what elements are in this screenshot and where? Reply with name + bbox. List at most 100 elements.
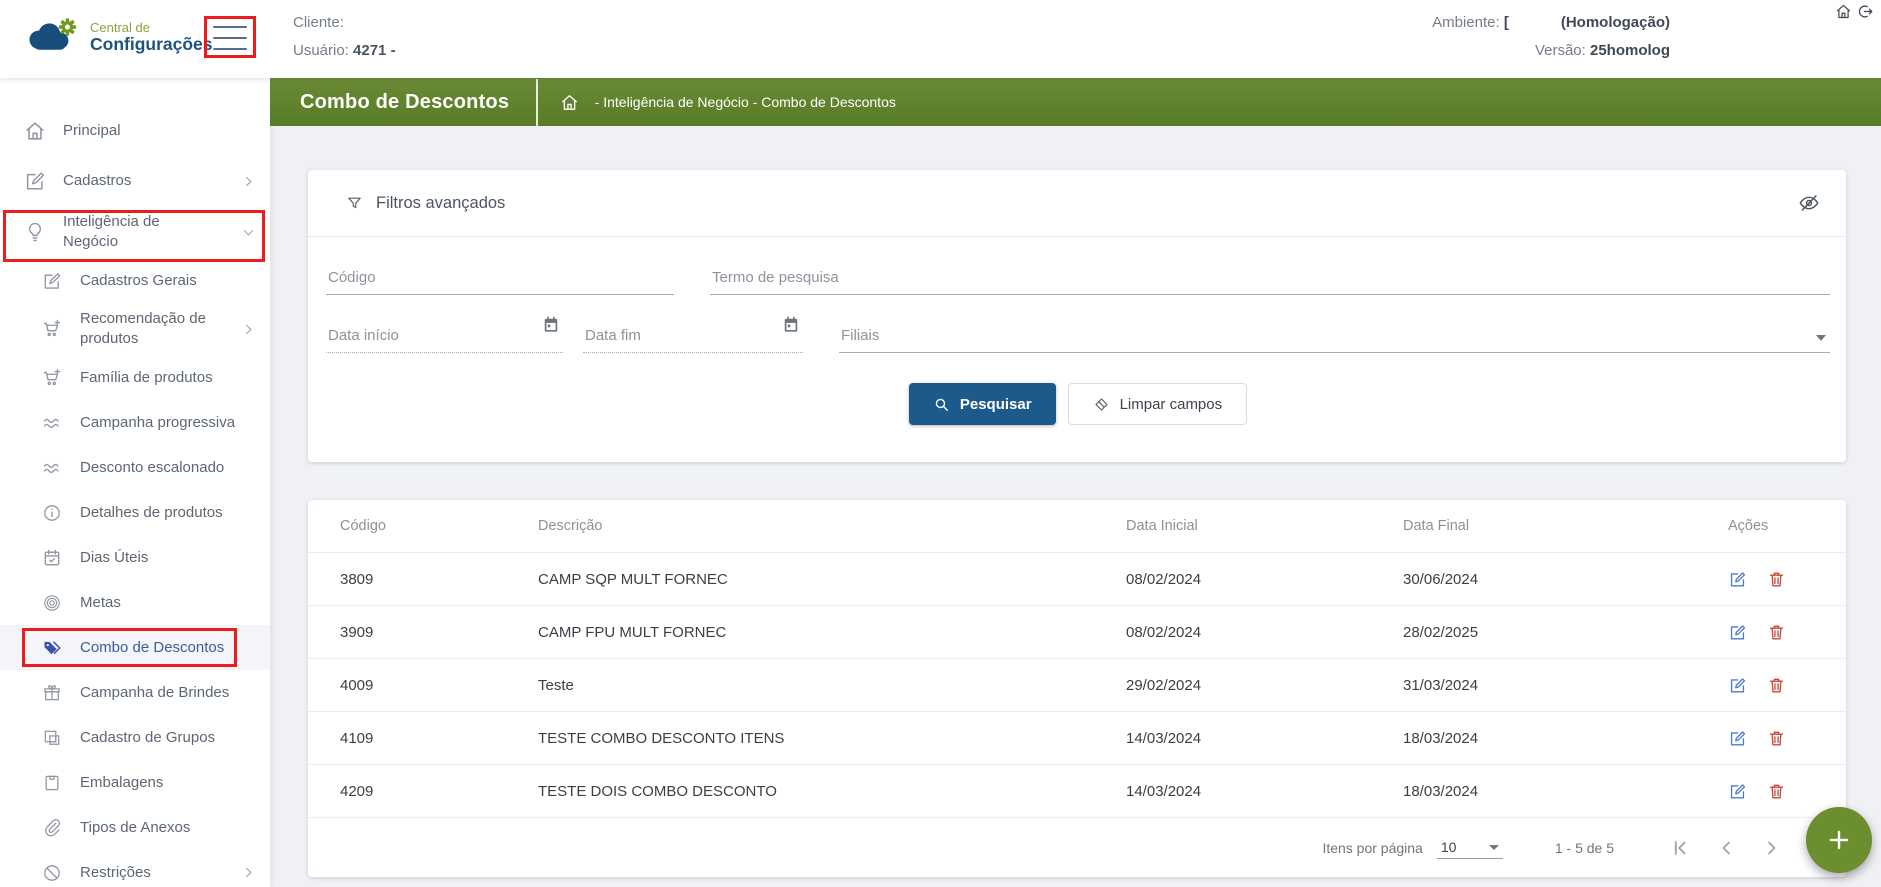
- logout-icon[interactable]: [1857, 3, 1874, 20]
- codigo-input[interactable]: [326, 261, 674, 295]
- page-title: Combo de Descontos: [300, 91, 509, 114]
- edit-icon[interactable]: [1728, 782, 1747, 801]
- paperclip-icon: [42, 818, 62, 838]
- brand-line2: Configurações: [90, 35, 213, 53]
- waves-icon: [42, 458, 62, 478]
- sidebar-item-metas[interactable]: Metas: [0, 580, 270, 625]
- user-value: 4271 -: [353, 42, 396, 59]
- chevron-down-icon: [241, 225, 256, 240]
- gift-icon: [42, 683, 62, 703]
- search-button[interactable]: Pesquisar: [909, 383, 1056, 425]
- lightbulb-icon: [24, 221, 46, 243]
- sidebar-item-label: Cadastro de Grupos: [80, 722, 215, 754]
- environment-line: Ambiente: [(Homologação): [1432, 9, 1670, 37]
- corner-actions: [1835, 3, 1874, 20]
- home-icon: [24, 120, 46, 142]
- sidebar-item-label: Tipos de Anexos: [80, 812, 190, 844]
- table-header-row: Código Descrição Data Inicial Data Final…: [308, 500, 1846, 552]
- cell-data-final: 28/02/2025: [1403, 624, 1728, 641]
- delete-icon[interactable]: [1767, 676, 1786, 695]
- brand-line1: Central de: [90, 21, 213, 35]
- home-icon[interactable]: [1835, 3, 1852, 20]
- cell-descricao: Teste: [538, 677, 1126, 694]
- sidebar-item-combo-de-descontos[interactable]: Combo de Descontos: [0, 625, 270, 670]
- edit-icon[interactable]: [1728, 570, 1747, 589]
- delete-icon[interactable]: [1767, 782, 1786, 801]
- breadcrumb-home-icon[interactable]: [560, 93, 579, 112]
- sidebar-item-recomendacao-de-produtos[interactable]: Recomendação de produtos: [0, 303, 270, 355]
- chevron-right-icon: [241, 174, 256, 189]
- breadcrumb: - Inteligência de Negócio - Combo de Des…: [595, 94, 896, 110]
- add-button[interactable]: [1806, 807, 1872, 873]
- filters-title: Filtros avançados: [376, 194, 505, 213]
- sidebar-item-campanha-de-brindes[interactable]: Campanha de Brindes: [0, 670, 270, 715]
- sidebar-item-label: Campanha de Brindes: [80, 677, 229, 709]
- version-value: 25homolog: [1590, 42, 1670, 59]
- header-divider: [536, 79, 538, 126]
- edit-icon: [42, 271, 62, 291]
- info-icon: [42, 503, 62, 523]
- items-per-page-select[interactable]: 10: [1437, 836, 1503, 859]
- edit-icon[interactable]: [1728, 676, 1747, 695]
- sidebar-item-label: Restrições: [80, 857, 151, 887]
- clear-fields-button[interactable]: Limpar campos: [1068, 383, 1248, 425]
- sidebar-item-label: Campanha progressiva: [80, 407, 235, 439]
- sidebar-item-desconto-escalonado[interactable]: Desconto escalonado: [0, 445, 270, 490]
- sidebar-item-label: Principal: [63, 115, 121, 147]
- sidebar-item-label: Cadastros Gerais: [80, 265, 197, 297]
- sidebar-item-label: Desconto escalonado: [80, 452, 224, 484]
- menu-toggle-button[interactable]: [213, 26, 247, 50]
- data-inicio-input[interactable]: [326, 319, 563, 353]
- sidebar-item-inteligencia-de-negocio[interactable]: Inteligência de Negócio: [0, 206, 270, 258]
- sidebar-item-label: Combo de Descontos: [80, 632, 224, 664]
- sidebar-item-familia-de-produtos[interactable]: Família de produtos: [0, 355, 270, 400]
- cell-descricao: TESTE DOIS COMBO DESCONTO: [538, 783, 1126, 800]
- filters-card: Filtros avançados: [308, 170, 1846, 462]
- sidebar-item-detalhes-de-produtos[interactable]: Detalhes de produtos: [0, 490, 270, 535]
- environment-info: Ambiente: [(Homologação) Versão: 25homol…: [1432, 9, 1670, 65]
- col-header-acoes: Ações: [1728, 518, 1846, 534]
- next-page-icon[interactable]: [1762, 838, 1782, 858]
- calendar-icon[interactable]: [781, 315, 801, 335]
- sidebar-item-tipos-de-anexos[interactable]: Tipos de Anexos: [0, 805, 270, 850]
- edit-icon[interactable]: [1728, 729, 1747, 748]
- cell-codigo: 3909: [340, 624, 538, 641]
- sidebar-item-label: Cadastros: [63, 165, 131, 197]
- dropdown-caret-icon[interactable]: [1816, 335, 1826, 341]
- delete-icon[interactable]: [1767, 729, 1786, 748]
- cell-data-final: 30/06/2024: [1403, 571, 1728, 588]
- cell-data-inicial: 14/03/2024: [1126, 730, 1403, 747]
- cart-plus-icon: [42, 368, 62, 388]
- sidebar-item-campanha-progressiva[interactable]: Campanha progressiva: [0, 400, 270, 445]
- waves-icon: [42, 413, 62, 433]
- sidebar-item-cadastro-de-grupos[interactable]: Cadastro de Grupos: [0, 715, 270, 760]
- top-bar: Central de Configurações Cliente: Usuári…: [0, 0, 1881, 78]
- sidebar-item-label: Metas: [80, 587, 121, 619]
- target-icon: [42, 593, 62, 613]
- filiais-select[interactable]: [839, 319, 1830, 353]
- cell-codigo: 3809: [340, 571, 538, 588]
- sidebar-item-embalagens[interactable]: Embalagens: [0, 760, 270, 805]
- termo-pesquisa-input[interactable]: [710, 261, 1830, 295]
- sidebar-item-restricoes[interactable]: Restrições: [0, 850, 270, 887]
- sidebar-nav: Principal Cadastros Inteligência de Negó…: [0, 78, 270, 887]
- hide-filters-button[interactable]: [1798, 192, 1820, 214]
- calendar-icon[interactable]: [541, 315, 561, 335]
- delete-icon[interactable]: [1767, 570, 1786, 589]
- edit-icon[interactable]: [1728, 623, 1747, 642]
- app-logo: Central de Configurações: [24, 16, 213, 58]
- sidebar-item-cadastros-gerais[interactable]: Cadastros Gerais: [0, 258, 270, 303]
- sidebar-item-principal[interactable]: Principal: [0, 106, 270, 156]
- environment-suffix: (Homologação): [1561, 14, 1670, 31]
- sidebar-item-cadastros[interactable]: Cadastros: [0, 156, 270, 206]
- data-fim-input[interactable]: [583, 319, 803, 353]
- cell-codigo: 4009: [340, 677, 538, 694]
- first-page-icon[interactable]: [1670, 838, 1690, 858]
- previous-page-icon[interactable]: [1716, 838, 1736, 858]
- select-caret-icon: [1489, 845, 1499, 850]
- chevron-right-icon: [241, 865, 256, 880]
- delete-icon[interactable]: [1767, 623, 1786, 642]
- sidebar-item-label: Detalhes de produtos: [80, 497, 223, 529]
- sidebar-item-dias-uteis[interactable]: Dias Úteis: [0, 535, 270, 580]
- cell-descricao: TESTE COMBO DESCONTO ITENS: [538, 730, 1126, 747]
